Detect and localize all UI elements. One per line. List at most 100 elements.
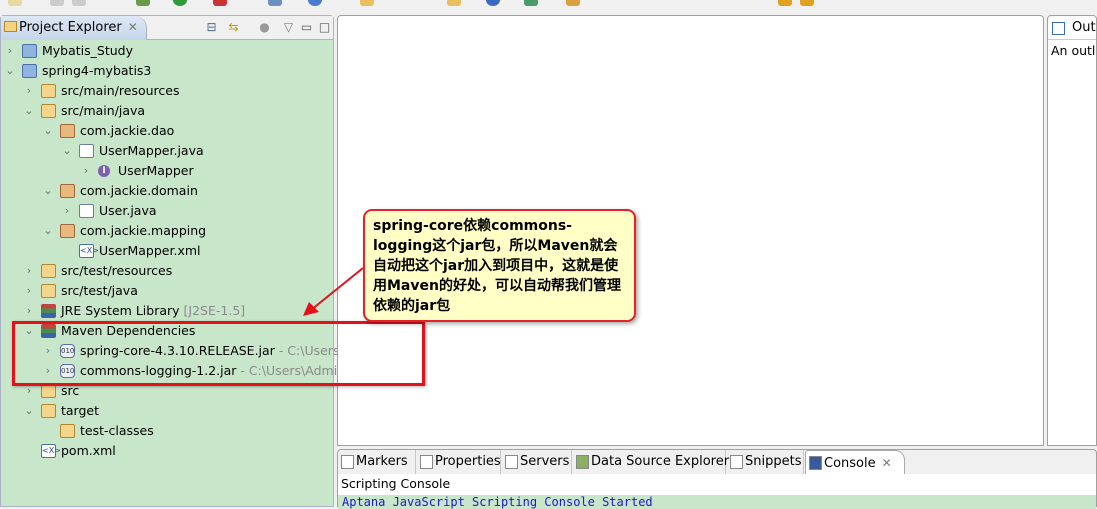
tab-label: Console [824,456,876,471]
annotation-text: spring-core依赖commons-logging这个jar包，所以Mav… [373,218,621,314]
tree-item[interactable]: › Mybatis_Study [1,41,334,61]
new-icon[interactable] [8,0,22,6]
chevron-right-icon[interactable]: › [62,201,72,221]
package-icon [60,224,75,238]
tab-label: Data Source Explorer [591,454,730,469]
tree-item[interactable]: › src/test/resources [1,261,334,281]
tree-item[interactable]: test-classes [1,421,334,441]
task-icon[interactable] [524,0,538,6]
tree-item-label: com.jackie.dao [80,121,174,141]
main-toolbar [0,0,1097,12]
annotation-icon[interactable] [566,0,580,6]
tree-item[interactable]: › JRE System Library [J2SE-1.5] [1,301,334,321]
maximize-icon[interactable]: □ [317,20,332,34]
tree-item[interactable]: ⌄ com.jackie.domain [1,181,334,201]
tree-item-label: JRE System Library [J2SE-1.5] [61,301,245,321]
chevron-right-icon[interactable]: › [24,261,34,281]
chevron-right-icon[interactable]: › [24,301,34,321]
link-with-editor-icon[interactable]: ⇆ [226,20,241,34]
folder-icon [41,404,56,418]
tree-item[interactable]: <X> pom.xml [1,441,334,461]
tree-item[interactable]: ⌄ spring4-mybatis3 [1,61,334,81]
tree-item[interactable]: › User.java [1,201,334,221]
tree-item[interactable]: ⌄ com.jackie.dao [1,121,334,141]
external-tools-icon[interactable] [213,0,227,6]
chevron-right-icon[interactable]: › [81,161,91,181]
label: spring4-mybatis3 [42,63,152,78]
label: src/test/resources [61,263,173,278]
tree-item[interactable]: › src/main/resources [1,81,334,101]
tree-item[interactable]: ⌄ target [1,401,334,421]
save-icon[interactable] [50,0,64,6]
data-source-icon [576,455,589,469]
run-icon[interactable] [173,0,187,6]
tree-item[interactable]: › src/test/java [1,281,334,301]
outline-panel: Outli An outlin [1047,15,1097,446]
tree-item[interactable]: ⌄ UserMapper.java [1,141,334,161]
chevron-down-icon[interactable]: ⌄ [43,221,53,241]
save-all-icon[interactable] [72,0,86,6]
label: User.java [99,203,157,218]
back-icon[interactable] [778,0,792,6]
tab-servers[interactable]: Servers [502,450,572,474]
tree-item-label: test-classes [80,421,154,441]
close-icon[interactable]: ✕ [882,456,892,470]
minimize-icon[interactable]: ▭ [299,20,314,34]
item-detail: [J2SE-1.5] [183,303,246,318]
label: JRE System Library [61,303,180,318]
tree-item[interactable]: <X> UserMapper.xml [1,241,334,261]
tab-title: Project Explorer [19,20,122,35]
tab-markers[interactable]: Markers [338,450,416,474]
xml-file-icon: <X> [79,244,99,258]
outline-icon [1052,22,1065,35]
open-folder-icon[interactable] [360,0,374,6]
package-icon [60,184,75,198]
label: UserMapper.java [99,143,204,158]
chevron-down-icon[interactable]: ⌄ [43,181,53,201]
tree-item-label: UserMapper [118,161,194,181]
tree-item[interactable]: ⌄ com.jackie.mapping [1,221,334,241]
chevron-down-icon[interactable]: ⌄ [5,61,15,81]
tab-label: Markers [356,454,408,469]
project-explorer-icon [4,21,17,32]
forward-icon[interactable] [800,0,814,6]
chevron-right-icon[interactable]: › [24,281,34,301]
tab-outline[interactable]: Outli [1048,16,1096,40]
source-folder-icon [41,284,56,298]
tab-console[interactable]: Console ✕ [805,450,905,474]
close-icon[interactable]: ✕ [128,20,138,34]
debug-icon[interactable] [136,0,150,6]
tab-properties[interactable]: Properties [417,450,501,474]
servers-icon [505,455,518,469]
chevron-down-icon[interactable]: ⌄ [24,401,34,421]
collapse-all-icon[interactable]: ⊟ [204,20,219,34]
tree-item-label: spring4-mybatis3 [42,61,151,81]
chevron-down-icon[interactable]: ⌄ [24,101,34,121]
folder-icon [60,424,75,438]
help-icon[interactable] [486,0,500,6]
open-icon[interactable] [447,0,461,6]
web-icon[interactable] [308,0,322,6]
tab-project-explorer[interactable]: Project Explorer ✕ [1,16,147,40]
tree-item[interactable]: › I UserMapper [1,161,334,181]
tab-label: Snippets [745,454,802,469]
snippets-icon [730,455,743,469]
xml-file-icon: <X> [41,444,61,458]
tab-snippets[interactable]: Snippets [727,450,804,474]
chevron-right-icon[interactable]: › [5,41,15,61]
project-icon [22,44,37,58]
tab-data-source-explorer[interactable]: Data Source Explorer [573,450,730,474]
chevron-down-icon[interactable]: ⌄ [43,121,53,141]
server-icon[interactable] [268,0,282,6]
chevron-down-icon[interactable]: ⌄ [62,141,72,161]
chevron-right-icon[interactable]: › [24,81,34,101]
tree-item-label: src/test/java [61,281,138,301]
source-folder-icon [41,84,56,98]
view-menu-icon[interactable]: ▽ [281,20,296,34]
tree-item-label: target [61,401,99,421]
label: src/main/java [61,103,146,118]
tree-item[interactable]: ⌄ src/main/java [1,101,334,121]
annotation-callout: spring-core依赖commons-logging这个jar包，所以Mav… [363,209,636,322]
filter-icon[interactable]: ● [257,20,272,34]
outline-message: An outlin [1051,43,1096,58]
